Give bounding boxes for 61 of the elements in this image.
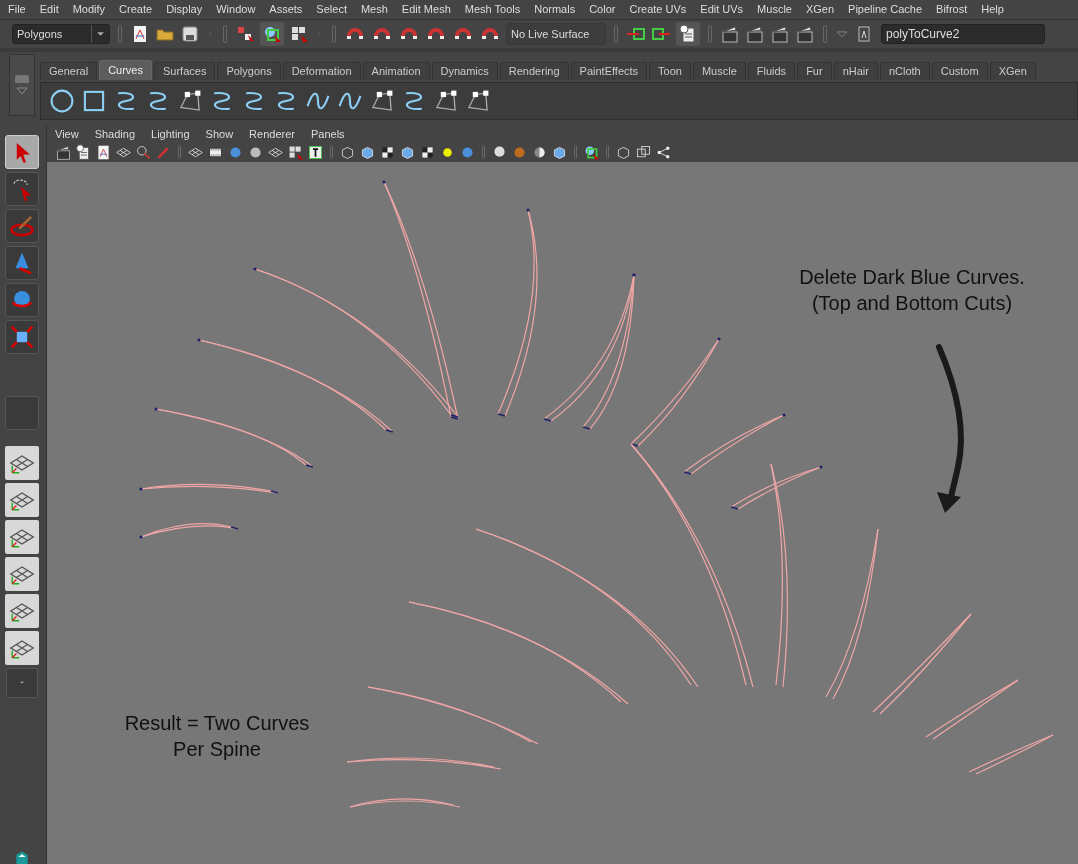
shelf-tab[interactable]: nHair [833,62,878,80]
menu-item[interactable]: Help [981,1,1004,18]
shelf-tab[interactable]: Toon [649,62,691,80]
menu-item[interactable]: Normals [534,1,576,18]
shelf-handle[interactable] [9,54,35,116]
shelf-tab[interactable]: Dynamics [431,62,498,80]
square-icon[interactable] [81,88,107,114]
menu-item[interactable]: Edit [39,1,59,18]
menu-item[interactable]: Muscle [757,1,792,18]
shelf-tab[interactable]: Fluids [747,62,796,80]
shelf-tab[interactable]: Fur [797,62,832,80]
render-icon[interactable] [720,24,740,44]
menu-item[interactable]: Create [119,1,153,18]
component-select-icon[interactable] [289,24,309,44]
ipr-clapper-icon[interactable] [770,24,790,44]
menu-set-dropdown[interactable]: Polygons [12,24,110,44]
panel-menu-item[interactable]: Panels [310,125,345,143]
menu-item[interactable]: Display [166,1,203,18]
circle-icon[interactable] [49,88,75,114]
menu-item[interactable]: File [8,1,26,18]
clapper-settings-icon[interactable] [795,24,815,44]
shelf-tab[interactable]: PaintEffects [570,62,648,80]
shelf-tab[interactable]: Custom [931,62,988,80]
menu-item[interactable]: Create UVs [629,1,687,18]
shelf-tab[interactable]: nCloth [879,62,930,80]
panel-menu-item[interactable]: Renderer [249,125,295,143]
shelf-tab[interactable]: Curves [99,60,152,80]
panel-menu-item[interactable]: Lighting [151,125,190,143]
shelf-tab[interactable]: Deformation [282,62,361,80]
panel-menu-item[interactable]: Show [205,125,234,143]
shelf-tab[interactable]: Muscle [692,62,746,80]
panel-menu-item[interactable]: View [55,125,79,143]
name-field[interactable]: polyToCurve2 [881,24,1045,44]
menu-item[interactable]: Mesh [360,1,388,18]
menu-item[interactable]: Modify [72,1,106,18]
menu-item[interactable]: Color [589,1,616,18]
menu-item[interactable]: Assets [269,1,303,18]
annotation-text: Delete Dark Blue Curves. (Top and Bottom Cuts) [798,265,1026,316]
menu-item[interactable]: XGen [805,1,835,18]
clapper-icon[interactable] [745,24,765,44]
zoom-icon[interactable] [135,143,152,161]
menu-item[interactable]: Pipeline Cache [848,1,923,18]
shelf-tab[interactable]: Surfaces [154,62,216,80]
shelf-tab[interactable]: General [40,62,98,80]
hierarchy-select-icon[interactable] [235,24,255,44]
shelf-tab[interactable]: Animation [362,62,430,80]
menu-item[interactable]: Edit Mesh [401,1,451,18]
save-icon[interactable] [180,24,200,44]
live-surface-field[interactable]: No Live Surface [506,23,606,45]
menu-item[interactable]: Window [216,1,256,18]
menu-item[interactable]: Mesh Tools [464,1,521,18]
viewport[interactable]: Delete Dark Blue Curves. (Top and Bottom Cuts) Result = Two Curves Per Spine [47,162,1078,864]
shelf-tab[interactable]: XGen [989,62,1036,80]
annotation-text: Result = Two Curves Per Spine [123,711,311,762]
shelf-tab[interactable]: Rendering [499,62,569,80]
object-select-icon[interactable] [262,24,282,44]
shelf-tab[interactable]: Polygons [217,62,281,80]
panel-menu-item[interactable]: Shading [94,125,136,143]
menu-item[interactable]: Bifrost [936,1,968,18]
menu-item[interactable]: Edit UVs [700,1,744,18]
menu-item[interactable]: Select [316,1,347,18]
